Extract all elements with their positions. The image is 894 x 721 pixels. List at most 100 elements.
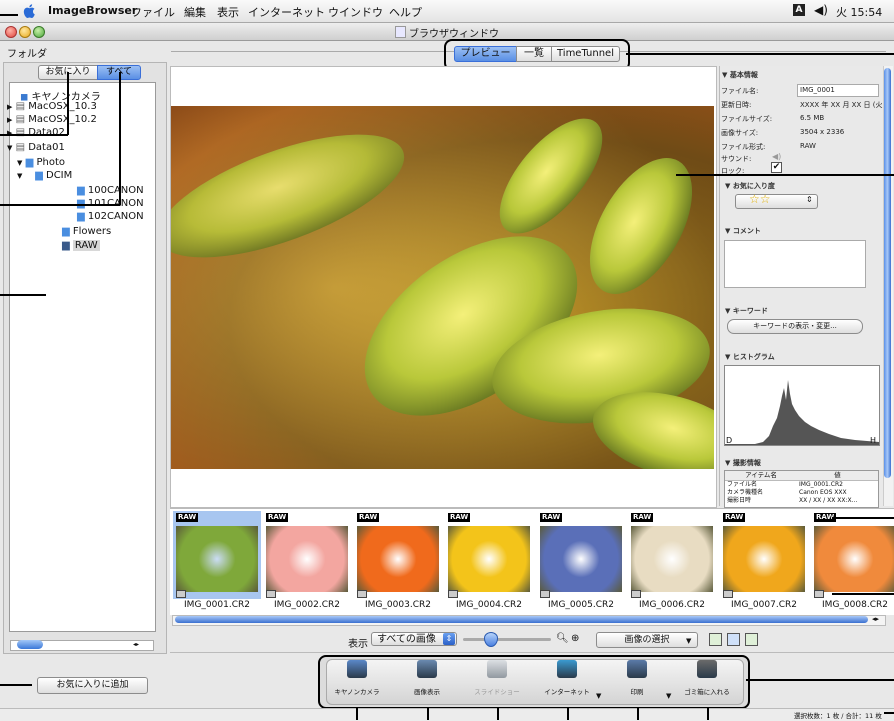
- disclosure-triangle-icon[interactable]: ▶: [7, 103, 12, 111]
- keyword-edit-button[interactable]: キーワードの表示・変更...: [727, 319, 863, 334]
- callout-line: [427, 707, 429, 720]
- image-info-icon: [357, 590, 367, 598]
- tree-item-100canon[interactable]: ▆ 100CANON: [77, 185, 144, 196]
- tree-item-data02[interactable]: ▶ ▤ Data02: [7, 127, 65, 138]
- basic-info-header[interactable]: ▼ 基本情報: [722, 70, 758, 80]
- table-cell: カメラ機種名: [727, 489, 764, 496]
- toolbar-item-label: キヤノンカメラ: [334, 688, 380, 696]
- disk-icon: ▤: [15, 101, 26, 112]
- menu-internet[interactable]: インターネット: [248, 4, 325, 20]
- slideshow-button[interactable]: スライドショー: [468, 660, 526, 696]
- thumbnail-scroll-arrows-icon[interactable]: ◂▸: [872, 615, 879, 623]
- tree-label-selected: RAW: [72, 240, 100, 251]
- tab-preview[interactable]: プレビュー: [454, 46, 517, 62]
- zoom-in-icon[interactable]: ⊕: [571, 633, 579, 644]
- image-info-icon: [266, 590, 276, 598]
- info-label-imagesize: 画像サイズ:: [721, 129, 759, 137]
- disclosure-triangle-open-icon[interactable]: ▼: [17, 159, 22, 167]
- trash-icon: [697, 660, 717, 678]
- thumbnail-cell[interactable]: RAW: [537, 511, 625, 599]
- callout-line: [746, 679, 894, 681]
- app-name-menu[interactable]: ImageBrowser: [48, 4, 137, 17]
- menu-help[interactable]: ヘルプ: [389, 4, 422, 20]
- volume-icon[interactable]: ◀): [814, 3, 828, 17]
- compare-icon[interactable]: [745, 633, 758, 646]
- lock-checkbox[interactable]: ✔: [771, 162, 782, 173]
- shooting-info-header[interactable]: ▼ 撮影情報: [725, 458, 761, 468]
- thumbnail-cell[interactable]: RAW: [720, 511, 808, 599]
- tree-item-raw[interactable]: ▆ RAW: [62, 240, 100, 251]
- tree-item-dcim[interactable]: ▼ ▆ DCIM: [17, 170, 72, 181]
- camera-icon: [347, 660, 367, 678]
- thumbnail-cell[interactable]: RAW: [263, 511, 351, 599]
- apple-menu-icon[interactable]: [22, 3, 38, 19]
- tab-list[interactable]: 一覧: [516, 46, 552, 62]
- thumbnail-cell[interactable]: RAW: [354, 511, 442, 599]
- sidebar-scroll-arrows-icon[interactable]: ◂▸: [133, 641, 139, 648]
- thumbnail-cell[interactable]: RAW: [811, 511, 894, 599]
- callout-line: [0, 294, 46, 296]
- image-view-button[interactable]: 画像表示: [398, 660, 456, 696]
- rating-header[interactable]: ▼ お気に入り度: [725, 181, 775, 191]
- sidebar-scroll-thumb[interactable]: [17, 640, 43, 649]
- callout-line: [626, 53, 894, 55]
- thumbnail-scroll-thumb[interactable]: [175, 616, 868, 623]
- comment-header[interactable]: ▼ コメント: [725, 226, 761, 236]
- thumbnail-image: [631, 526, 713, 592]
- histogram-header[interactable]: ▼ ヒストグラム: [725, 352, 775, 362]
- tree-label: DCIM: [46, 170, 73, 181]
- window-title-bar[interactable]: ブラウザウィンドウ: [0, 23, 894, 41]
- comment-textarea[interactable]: [724, 240, 866, 288]
- rotate-left-icon[interactable]: [709, 633, 722, 646]
- imagesize-value: 3504 x 2336: [800, 128, 845, 136]
- tree-label: Photo: [36, 157, 65, 168]
- tree-item-macosx-103[interactable]: ▶ ▤ MacOSX_10.3: [7, 101, 97, 112]
- keyword-header[interactable]: ▼ キーワード: [725, 306, 768, 316]
- disclosure-triangle-open-icon[interactable]: ▼: [17, 172, 22, 180]
- input-method-indicator[interactable]: A: [793, 4, 805, 16]
- menu-view[interactable]: 表示: [217, 4, 239, 20]
- dropdown-arrow-icon[interactable]: ▼: [596, 692, 601, 700]
- move-to-trash-button[interactable]: ゴミ箱に入れる: [678, 660, 736, 696]
- raw-badge: RAW: [723, 513, 746, 522]
- menu-edit[interactable]: 編集: [184, 4, 206, 20]
- select-arrows-icon[interactable]: ⇕: [443, 633, 455, 645]
- canon-camera-button[interactable]: キヤノンカメラ: [328, 660, 386, 696]
- callout-line: [497, 707, 499, 720]
- tree-item-102canon[interactable]: ▆ 102CANON: [77, 211, 144, 222]
- thumbnail-label: IMG_0001.CR2: [184, 600, 250, 610]
- tab-timetunnel[interactable]: TimeTunnel: [551, 46, 620, 62]
- thumbnail-cell[interactable]: RAW: [445, 511, 533, 599]
- thumbnail-image: [266, 526, 348, 592]
- image-info-icon: [540, 590, 550, 598]
- menu-window[interactable]: ウインドウ: [328, 4, 383, 20]
- add-to-favorites-button[interactable]: お気に入りに追加: [37, 677, 148, 694]
- print-button[interactable]: 印刷: [608, 660, 666, 696]
- thumbnail-size-slider[interactable]: [463, 638, 551, 641]
- preview-image[interactable]: [171, 106, 714, 469]
- folder-icon: ▆: [25, 157, 34, 168]
- internet-button[interactable]: インターネット: [538, 660, 596, 696]
- sound-icon[interactable]: ◀): [772, 152, 781, 161]
- raw-badge: RAW: [176, 513, 199, 522]
- thumbnail-cell[interactable]: RAW: [628, 511, 716, 599]
- rotate-right-icon[interactable]: [727, 633, 740, 646]
- thumbnail-image: [814, 526, 894, 592]
- menubar-clock[interactable]: 火 15:54: [836, 4, 882, 20]
- slideshow-icon: [487, 660, 507, 678]
- disclosure-triangle-open-icon[interactable]: ▼: [7, 144, 12, 152]
- thumbnail-cell[interactable]: RAW: [173, 511, 261, 599]
- disk-icon: ▤: [15, 142, 26, 153]
- tree-item-macosx-102[interactable]: ▶ ▤ MacOSX_10.2: [7, 114, 97, 125]
- zoom-out-icon[interactable]: 🔍︎: [556, 633, 569, 644]
- menu-file[interactable]: ファイル: [131, 4, 175, 20]
- tree-item-photo[interactable]: ▼ ▆ Photo: [17, 157, 65, 168]
- info-panel-scroll-thumb[interactable]: [884, 68, 891, 478]
- raw-badge: RAW: [631, 513, 654, 522]
- image-select-button[interactable]: 画像の選択: [596, 632, 698, 648]
- tree-item-flowers[interactable]: ▆ Flowers: [62, 226, 111, 237]
- disclosure-triangle-icon[interactable]: ▶: [7, 116, 12, 124]
- tree-item-data01[interactable]: ▼ ▤ Data01: [7, 142, 65, 153]
- menu-bar: ImageBrowser ファイル 編集 表示 インターネット ウインドウ ヘル…: [0, 0, 894, 23]
- dropdown-arrow-icon[interactable]: ▼: [666, 692, 671, 700]
